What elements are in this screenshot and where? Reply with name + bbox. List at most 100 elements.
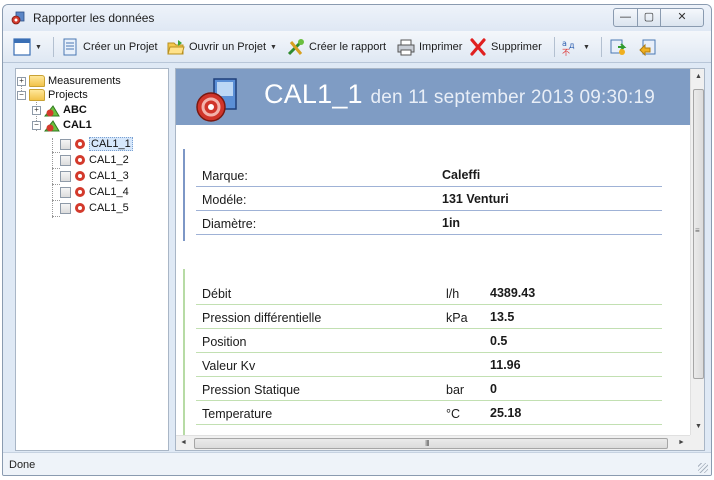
measurement-row: Valeur Kv 11.96 xyxy=(196,353,662,377)
info-row: Diamètre: 1in xyxy=(196,211,662,235)
report-date: den 11 september 2013 09:30:19 xyxy=(370,87,656,108)
chevron-down-icon: ▼ xyxy=(270,43,277,51)
toolbar-separator xyxy=(53,37,54,57)
tree-node-label: Projects xyxy=(48,89,88,101)
status-text: Done xyxy=(9,459,36,471)
scroll-down-icon[interactable]: ▼ xyxy=(691,423,704,430)
measurement-value: 13.5 xyxy=(490,310,515,324)
report-title: CAL1_1 den 11 september 2013 09:30:19 xyxy=(264,79,655,110)
tree-node-cal1[interactable]: − CAL1 xyxy=(32,118,92,132)
vertical-scrollbar[interactable]: ▲ ≡ ▼ xyxy=(690,69,704,435)
checkbox[interactable] xyxy=(60,186,71,198)
status-bar: Done xyxy=(3,452,711,475)
measurement-unit: kPa xyxy=(446,311,468,325)
tree-connector xyxy=(52,168,60,169)
section-accent xyxy=(183,149,185,241)
panel-icon xyxy=(13,38,31,56)
delete-button[interactable]: Supprimer xyxy=(469,36,542,58)
import-icon xyxy=(639,39,656,56)
open-folder-icon xyxy=(167,40,185,55)
project-icon xyxy=(44,119,60,131)
scroll-left-icon[interactable]: ◄ xyxy=(176,439,191,446)
minimize-button[interactable]: — xyxy=(613,8,638,27)
tree-node-label: CAL1_3 xyxy=(89,170,129,182)
close-button[interactable]: ✕ xyxy=(660,8,704,27)
scroll-grip-icon: ≡ xyxy=(695,226,700,235)
info-row: Modéle: 131 Venturi xyxy=(196,187,662,211)
measurement-unit: °C xyxy=(446,407,461,421)
print-button[interactable]: Imprimer xyxy=(397,36,462,58)
toolbar: ▼ Créer un Projet Ouvrir un Projet ▼ Cré… xyxy=(3,31,711,63)
measurement-unit: l/h xyxy=(446,287,460,301)
create-project-label: Créer un Projet xyxy=(83,41,158,53)
tree-node-cal1-1[interactable]: CAL1_1 xyxy=(60,137,133,151)
valve-device-icon xyxy=(196,78,237,122)
tree-node-measurements[interactable]: + Measurements xyxy=(17,74,121,88)
import-button[interactable] xyxy=(639,36,657,58)
svg-text:不: 不 xyxy=(562,48,570,56)
tree-node-label: CAL1_4 xyxy=(89,186,129,198)
info-label: Marque: xyxy=(202,169,248,183)
measurement-label: Pression différentielle xyxy=(202,311,322,325)
tools-icon xyxy=(287,39,304,56)
print-label: Imprimer xyxy=(419,41,463,53)
horizontal-scrollbar[interactable]: ◄ III ► xyxy=(176,435,690,450)
collapse-icon[interactable]: − xyxy=(32,120,41,130)
chevron-down-icon: ▼ xyxy=(583,43,590,51)
tree-node-cal1-2[interactable]: CAL1_2 xyxy=(60,153,129,167)
horizontal-scroll-thumb[interactable]: III xyxy=(194,438,668,449)
report-banner: CAL1_1 den 11 september 2013 09:30:19 xyxy=(176,69,690,125)
tree-node-cal1-5[interactable]: CAL1_5 xyxy=(60,201,129,215)
scroll-corner xyxy=(690,435,704,450)
valve-icon xyxy=(75,139,85,149)
scroll-grip-icon: III xyxy=(425,439,430,448)
expand-icon[interactable]: + xyxy=(17,76,26,86)
language-dropdown-button[interactable]: aд不 ▼ xyxy=(561,36,590,58)
checkbox[interactable] xyxy=(60,154,71,166)
measurement-value: 0 xyxy=(490,382,497,396)
valve-icon xyxy=(75,171,85,181)
export-button[interactable] xyxy=(609,36,627,58)
tree-node-label: Measurements xyxy=(48,75,121,87)
checkbox[interactable] xyxy=(60,138,71,150)
measurement-value: 25.18 xyxy=(490,406,522,420)
printer-icon xyxy=(397,39,415,56)
delete-label: Supprimer xyxy=(491,41,542,53)
measurement-value: 0.5 xyxy=(490,334,508,348)
close-icon: ✕ xyxy=(677,11,687,23)
scroll-right-icon[interactable]: ► xyxy=(674,439,689,446)
measurement-row: Pression différentielle kPa 13.5 xyxy=(196,305,662,329)
info-value: Caleffi xyxy=(442,168,481,182)
maximize-icon: ▢ xyxy=(643,11,655,23)
project-tree[interactable]: + Measurements − Projects + ABC − CAL1 C… xyxy=(15,68,169,451)
vertical-scroll-thumb[interactable]: ≡ xyxy=(693,89,704,379)
open-project-button[interactable]: Ouvrir un Projet ▼ xyxy=(167,36,277,58)
collapse-icon[interactable]: − xyxy=(17,90,26,100)
valve-icon xyxy=(75,187,85,197)
valve-icon xyxy=(75,155,85,165)
export-icon xyxy=(610,39,627,55)
measurement-label: Valeur Kv xyxy=(202,359,256,373)
measurement-row: Débit l/h 4389.43 xyxy=(196,281,662,305)
tree-node-projects[interactable]: − Projects xyxy=(17,88,88,102)
maximize-button[interactable]: ▢ xyxy=(637,8,661,27)
scroll-up-icon[interactable]: ▲ xyxy=(691,73,704,80)
toolbar-separator xyxy=(601,37,602,57)
checkbox[interactable] xyxy=(60,202,71,214)
create-project-button[interactable]: Créer un Projet xyxy=(61,36,158,58)
view-dropdown-button[interactable]: ▼ xyxy=(13,36,42,58)
tree-node-cal1-4[interactable]: CAL1_4 xyxy=(60,185,129,199)
resize-grip-icon[interactable] xyxy=(698,463,708,473)
language-icon: a д不 xyxy=(562,39,575,56)
checkbox[interactable] xyxy=(60,170,71,182)
tree-node-abc[interactable]: + ABC xyxy=(32,103,87,117)
create-report-button[interactable]: Créer le rapport xyxy=(287,36,386,58)
expand-icon[interactable]: + xyxy=(32,105,41,115)
folder-icon xyxy=(29,75,45,87)
toolbar-separator xyxy=(554,37,555,57)
tree-node-label: CAL1_5 xyxy=(89,202,129,214)
measurement-row: Temperature °C 25.18 xyxy=(196,401,662,425)
tree-connector xyxy=(52,138,53,218)
project-icon xyxy=(44,104,60,116)
tree-node-cal1-3[interactable]: CAL1_3 xyxy=(60,169,129,183)
